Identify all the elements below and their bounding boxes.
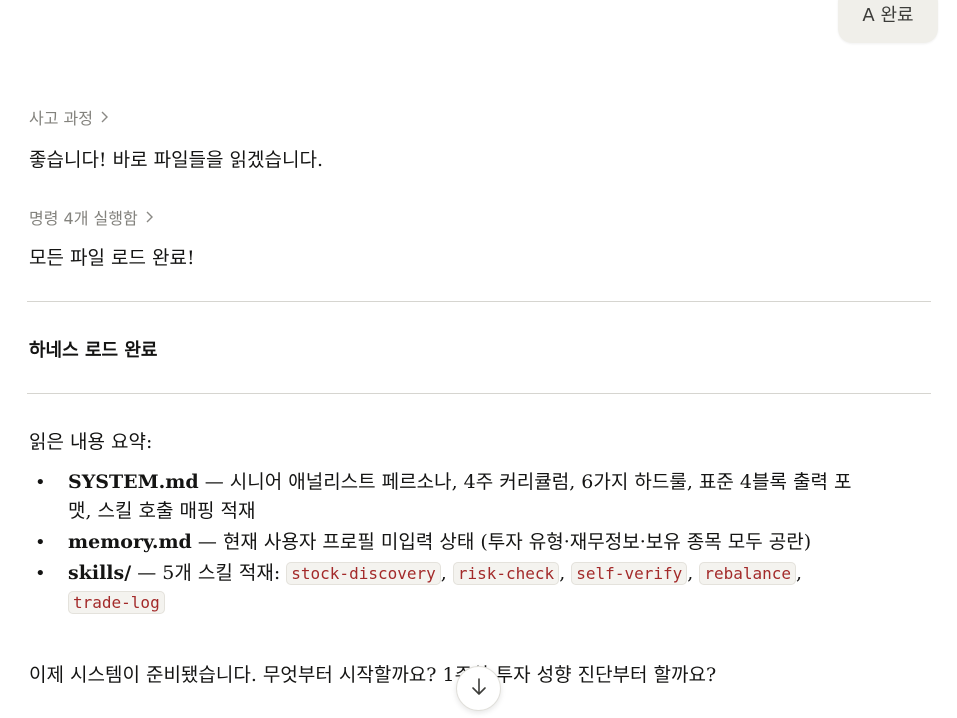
- list-item: • skills/ — 5개 스킬 적재: stock-discovery, r…: [29, 559, 909, 617]
- chevron-right-icon: [144, 208, 154, 227]
- commands-toggle[interactable]: 명령 4개 실행함: [29, 205, 154, 229]
- skill-code: rebalance: [699, 562, 797, 585]
- assistant-reply-1: 좋습니다! 바로 파일들을 읽겠습니다.: [29, 149, 323, 171]
- arrow-down-icon: [470, 677, 488, 701]
- file-name: SYSTEM.md: [68, 471, 199, 493]
- file-description: 현재 사용자 프로필 미입력 상태 (투자 유형·재무정보·보유 종목 모두 공…: [222, 531, 812, 553]
- commands-toggle-label: 명령 4개 실행함: [29, 209, 138, 228]
- scroll-to-bottom-button[interactable]: [456, 666, 501, 711]
- file-description: 시니어 애널리스트 페르소나, 4주 커리큘럼, 6가지 하드룰, 표준 4블록…: [229, 471, 852, 493]
- bullet-icon: •: [35, 532, 46, 553]
- file-summary-list: • SYSTEM.md — 시니어 애널리스트 페르소나, 4주 커리큘럼, 6…: [29, 468, 909, 619]
- summary-intro: 읽은 내용 요약:: [29, 431, 153, 453]
- thinking-toggle-label: 사고 과정: [29, 109, 93, 128]
- skill-code: trade-log: [68, 591, 165, 614]
- file-description-cont: 맷, 스킬 호출 매핑 적재: [68, 500, 256, 522]
- user-message-text: A 완료: [862, 5, 914, 26]
- bullet-icon: •: [35, 472, 46, 493]
- skill-code: stock-discovery: [286, 562, 441, 585]
- chevron-right-icon: [99, 108, 109, 127]
- bullet-icon: •: [35, 563, 46, 584]
- file-name: skills/: [68, 562, 132, 584]
- file-name: memory.md: [68, 531, 192, 553]
- thinking-toggle[interactable]: 사고 과정: [29, 105, 109, 129]
- assistant-reply-2: 모든 파일 로드 완료!: [29, 247, 195, 269]
- list-item: • SYSTEM.md — 시니어 애널리스트 페르소나, 4주 커리큘럼, 6…: [29, 468, 909, 526]
- list-item: • memory.md — 현재 사용자 프로필 미입력 상태 (투자 유형·재…: [29, 528, 909, 557]
- skill-code: risk-check: [452, 562, 560, 585]
- section-heading: 하네스 로드 완료: [29, 340, 158, 361]
- divider: [27, 393, 931, 394]
- user-message-bubble: A 완료: [838, 0, 938, 43]
- skill-code: self-verify: [571, 562, 688, 585]
- file-description: 5개 스킬 적재:: [162, 562, 287, 584]
- divider: [27, 301, 931, 302]
- closing-question: 이제 시스템이 준비됐습니다. 무엇부터 시작할까요? 1주차 투자 성향 진단…: [29, 664, 717, 686]
